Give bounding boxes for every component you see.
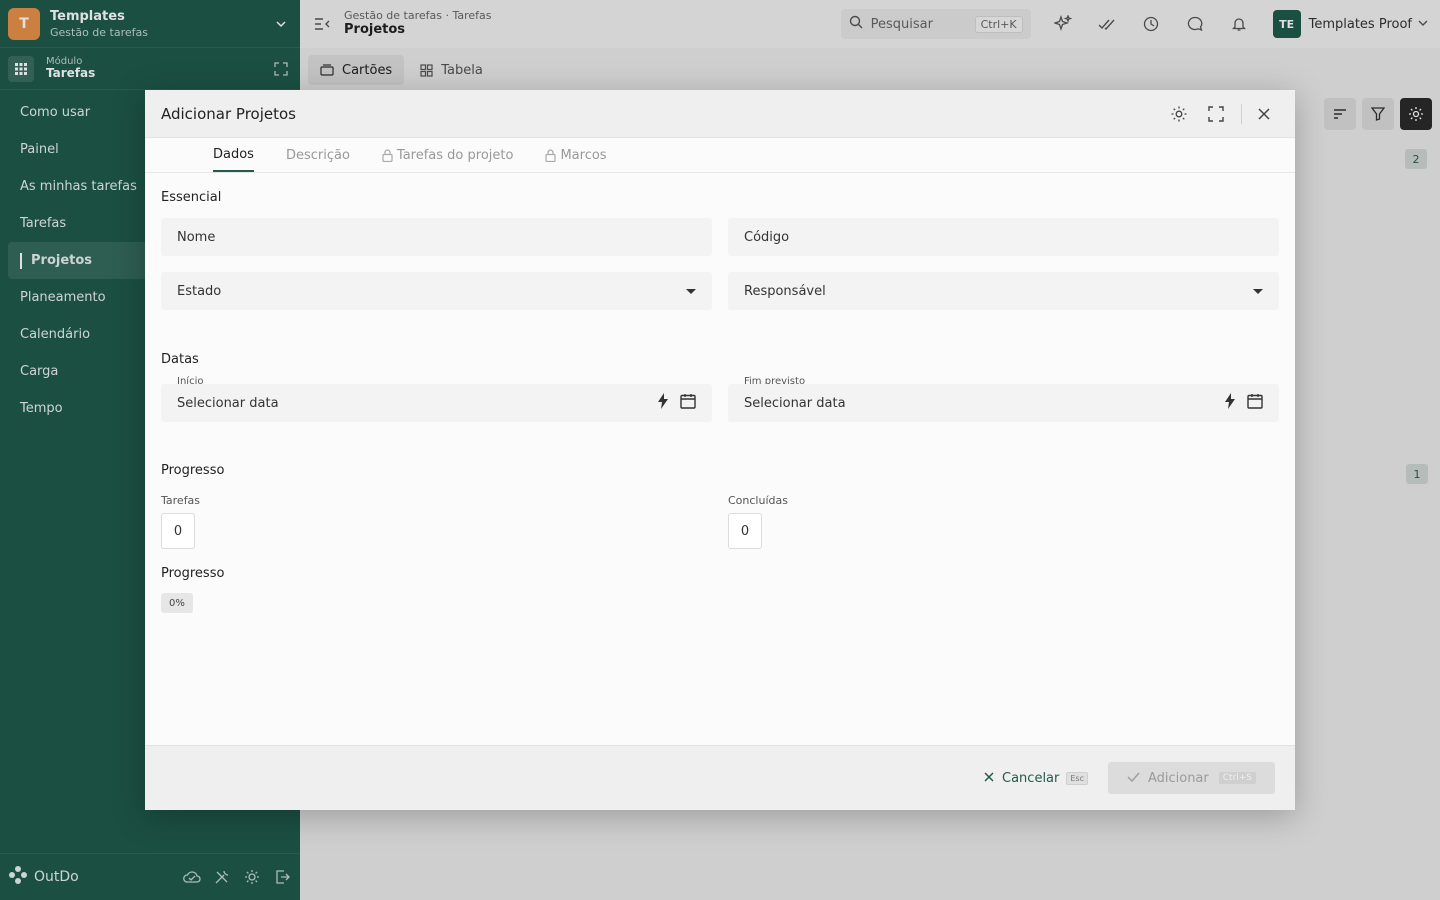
check-icon [1127, 771, 1140, 786]
section-essential-title: Essencial [161, 190, 222, 205]
close-icon [984, 771, 994, 786]
lock-icon [382, 148, 393, 162]
tasks-count-value: 0 [161, 513, 195, 549]
dropdown-arrow-icon [686, 288, 696, 294]
close-icon[interactable] [1249, 99, 1279, 129]
add-shortcut: Ctrl+S [1218, 772, 1257, 784]
calendar-icon[interactable] [680, 393, 696, 413]
tab-dados[interactable]: Dados [213, 138, 254, 172]
section-progress2-title: Progresso [161, 566, 225, 581]
add-button[interactable]: Adicionar Ctrl+S [1108, 762, 1275, 794]
tab-tarefas-projeto[interactable]: Tarefas do projeto [382, 138, 513, 172]
section-progress-title: Progresso [161, 463, 225, 478]
fullscreen-icon[interactable] [1201, 99, 1231, 129]
header-divider [1241, 103, 1242, 124]
add-project-dialog: Adicionar Projetos Dados Descrição Taref… [145, 90, 1295, 810]
tab-descricao[interactable]: Descrição [286, 138, 350, 172]
state-select[interactable]: Estado [161, 272, 712, 310]
lock-icon [545, 148, 557, 162]
dropdown-arrow-icon [1253, 288, 1263, 294]
cancel-shortcut: Esc [1066, 771, 1088, 785]
tasks-count-label: Tarefas [161, 494, 201, 507]
end-date-input[interactable]: Selecionar data [728, 384, 1279, 422]
responsible-select[interactable]: Responsável [728, 272, 1279, 310]
start-date-input[interactable]: Selecionar data [161, 384, 712, 422]
gear-icon[interactable] [1164, 99, 1194, 129]
tab-marcos[interactable]: Marcos [545, 138, 607, 172]
dialog-title: Adicionar Projetos [161, 104, 296, 123]
calendar-icon[interactable] [1247, 393, 1263, 413]
lightning-icon[interactable] [658, 393, 668, 413]
dialog-header: Adicionar Projetos [145, 90, 1295, 138]
section-dates-title: Datas [161, 352, 199, 367]
lightning-icon[interactable] [1225, 393, 1235, 413]
done-count-label: Concluídas [728, 494, 788, 507]
dialog-tabs: Dados Descrição Tarefas do projeto Marco… [145, 138, 1295, 173]
name-field[interactable]: Nome [161, 218, 712, 256]
cancel-button[interactable]: Cancelar Esc [984, 771, 1088, 786]
dialog-footer: Cancelar Esc Adicionar Ctrl+S [145, 745, 1295, 810]
done-count-value: 0 [728, 513, 762, 549]
progress-percentage-badge: 0% [161, 593, 193, 613]
code-field[interactable]: Código [728, 218, 1279, 256]
